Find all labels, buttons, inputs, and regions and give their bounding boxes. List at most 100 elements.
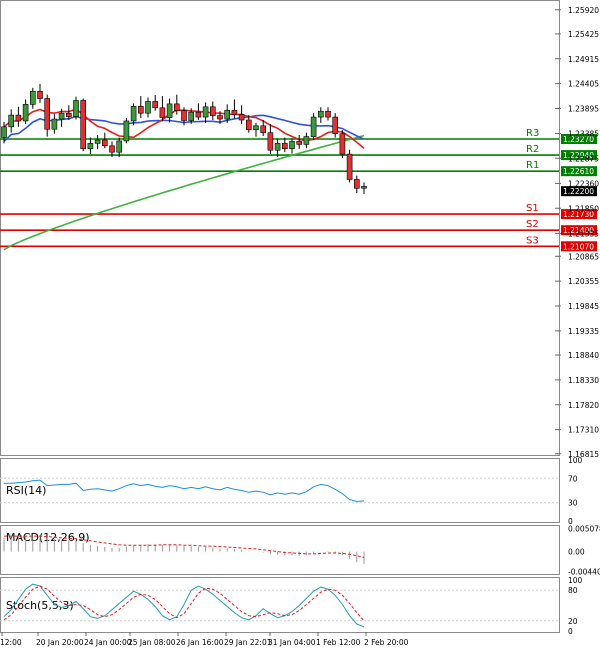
price-tick-label: 1.18840 bbox=[568, 351, 599, 360]
rsi-tick-label: 100 bbox=[568, 456, 583, 465]
candle-body bbox=[80, 100, 86, 150]
candle bbox=[274, 138, 281, 158]
price-tick-label: 1.23385 bbox=[568, 129, 599, 138]
candle-body bbox=[339, 133, 346, 155]
price-tick-label: 1.22360 bbox=[568, 179, 599, 188]
candle bbox=[289, 138, 295, 154]
stoch-tick-label: 100 bbox=[568, 576, 583, 585]
candle-body bbox=[224, 109, 230, 120]
level-name-s3: S3 bbox=[526, 235, 539, 246]
candle-body bbox=[231, 109, 238, 115]
candle-body bbox=[267, 132, 274, 151]
candle-body bbox=[138, 106, 144, 114]
candle-body bbox=[37, 90, 43, 99]
candle-body bbox=[346, 153, 353, 180]
stoch-tick-label: 80 bbox=[568, 586, 578, 595]
candle bbox=[325, 107, 331, 121]
candle bbox=[339, 130, 346, 159]
candle-body bbox=[87, 143, 94, 150]
candle-body bbox=[174, 103, 180, 112]
candle bbox=[51, 114, 58, 134]
level-name-s1: S1 bbox=[526, 203, 539, 214]
candle-body bbox=[281, 143, 288, 150]
rsi-tick-label: 30 bbox=[568, 499, 578, 508]
time-tick-label: 12:00 bbox=[0, 638, 22, 647]
candle bbox=[22, 99, 29, 124]
price-tick-label: 1.17820 bbox=[568, 401, 599, 410]
candle-body bbox=[260, 125, 267, 133]
price-tick-label: 1.24405 bbox=[568, 80, 599, 89]
stoch-panel-frame bbox=[0, 577, 560, 633]
rsi-panel: RSI(14)10070300 bbox=[0, 456, 583, 526]
candle bbox=[346, 149, 353, 183]
rsi-tick-label: 70 bbox=[568, 474, 578, 483]
candle bbox=[210, 101, 216, 120]
candle bbox=[317, 107, 324, 123]
stoch-panel: Stoch(5,5,3) 10080 200 bbox=[0, 576, 583, 636]
candle-body bbox=[253, 125, 259, 131]
candle-body bbox=[1, 126, 7, 138]
price-tick-label: 1.20355 bbox=[568, 277, 599, 286]
candle-body bbox=[210, 106, 216, 116]
candle bbox=[102, 132, 108, 149]
candle bbox=[138, 96, 144, 119]
price-tick-label: 1.19335 bbox=[568, 327, 599, 336]
candle-body bbox=[109, 145, 115, 153]
candle bbox=[303, 132, 310, 149]
candle bbox=[361, 182, 367, 195]
candle bbox=[159, 96, 166, 122]
current-price-label: 1.22200 bbox=[563, 187, 594, 196]
candle bbox=[202, 102, 209, 123]
candle bbox=[310, 113, 317, 140]
candle bbox=[332, 113, 339, 138]
time-tick-label: 29 Jan 22:01 bbox=[224, 638, 272, 647]
candle bbox=[8, 109, 14, 133]
candle-body bbox=[332, 116, 339, 134]
candle-body bbox=[353, 179, 360, 189]
candle-body bbox=[73, 100, 79, 117]
candle-body bbox=[51, 118, 58, 130]
candle-body bbox=[145, 101, 151, 114]
candle-body bbox=[303, 136, 310, 145]
candle-body bbox=[152, 101, 158, 109]
level-name-r1: R1 bbox=[526, 160, 539, 171]
candle-body bbox=[317, 110, 324, 118]
candle-body bbox=[289, 141, 295, 150]
chart-canvas: R31.23270R21.22940R11.22610S11.21730S21.… bbox=[0, 0, 600, 647]
price-tick-label: 1.23895 bbox=[568, 105, 599, 114]
price-tick-label: 1.25425 bbox=[568, 30, 599, 39]
time-tick-label: 2 Feb 20:00 bbox=[364, 638, 409, 647]
candle-body bbox=[166, 103, 173, 118]
stoch-tick-label: 20 bbox=[568, 617, 578, 626]
macd-tick-label: 0.005078 bbox=[568, 524, 600, 533]
candle-body bbox=[325, 110, 331, 118]
candle bbox=[116, 137, 122, 158]
level-name-s2: S2 bbox=[526, 219, 539, 230]
candle-body bbox=[217, 115, 223, 120]
candle-body bbox=[361, 186, 367, 189]
candle-body bbox=[130, 106, 137, 122]
candle bbox=[44, 94, 51, 137]
candle-body bbox=[116, 140, 122, 153]
candle-body bbox=[159, 107, 166, 118]
price-tick-label: 1.20865 bbox=[568, 252, 599, 261]
moving-averages bbox=[3, 108, 365, 251]
candle bbox=[296, 135, 303, 149]
stoch-label: Stoch(5,5,3) bbox=[6, 599, 74, 612]
level-name-r2: R2 bbox=[526, 144, 539, 155]
candle-body bbox=[66, 112, 72, 117]
candle-body bbox=[188, 111, 194, 121]
candle-body bbox=[102, 139, 108, 147]
candle-body bbox=[202, 106, 209, 118]
rsi-label: RSI(14) bbox=[6, 484, 46, 497]
time-tick-label: 31 Jan 04:00 bbox=[268, 638, 316, 647]
price-tick-label: 1.21850 bbox=[568, 204, 599, 213]
candle bbox=[353, 175, 360, 194]
candle bbox=[253, 122, 259, 137]
candle-body bbox=[22, 104, 29, 122]
time-tick-label: 1 Feb 12:00 bbox=[316, 638, 361, 647]
candle bbox=[231, 99, 238, 119]
level-price-label: 1.22610 bbox=[563, 167, 594, 176]
candle bbox=[238, 105, 245, 124]
candle-body bbox=[181, 110, 187, 121]
